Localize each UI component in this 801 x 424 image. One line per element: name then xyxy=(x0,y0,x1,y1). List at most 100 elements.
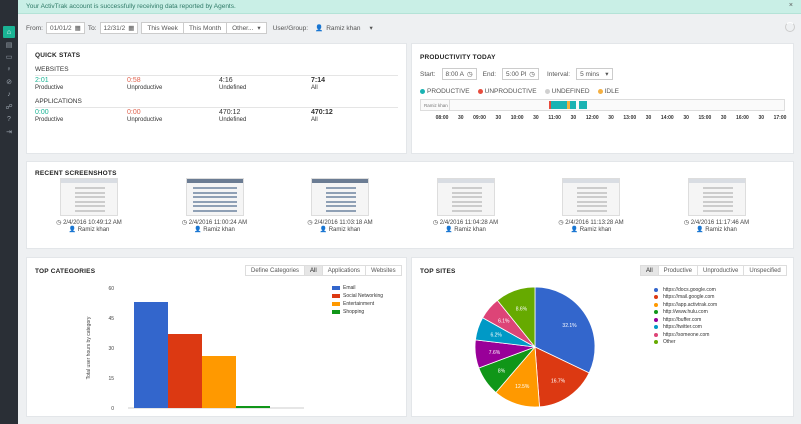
stat-cell: 7:14 All xyxy=(311,77,325,92)
bar-email xyxy=(134,302,168,408)
legend-item: Email xyxy=(332,284,383,292)
legend-swatch-icon xyxy=(332,294,340,298)
chevron-down-icon: ▾ xyxy=(257,25,261,32)
legend-item: https://twitter.com xyxy=(654,324,717,332)
tab-unproductive[interactable]: Unproductive xyxy=(698,266,745,275)
sites-pie-chart: 32.1% 16.7% 12.5% 8% 7.6% 6.2% 6.1% 8.6% xyxy=(474,286,596,408)
logout-icon[interactable]: ⇥ xyxy=(3,126,15,138)
stat-cell: 470:12 All xyxy=(311,109,333,124)
legend-dot-icon xyxy=(654,325,658,330)
tab-all[interactable]: All xyxy=(641,266,659,275)
screenshot-user: 👤 Ramiz khan xyxy=(570,227,612,233)
loading-spinner-icon xyxy=(785,22,795,32)
stat-value: 7:14 xyxy=(311,77,326,84)
legend-dot-icon xyxy=(654,287,658,292)
screenshot-thumbnail[interactable] xyxy=(185,178,244,216)
bar-social-networking xyxy=(168,334,202,408)
legend-item: https://someone.com xyxy=(654,331,717,339)
interval-select[interactable]: 5 mins ▾ xyxy=(576,68,613,80)
thumbnail-line xyxy=(192,187,237,189)
user-icon: 👤 xyxy=(315,25,324,32)
from-date-field[interactable]: 01/01/2 ▦ xyxy=(45,22,85,34)
calendar-icon[interactable]: ▦ xyxy=(128,24,134,32)
legend-dot-icon xyxy=(654,302,658,307)
screenshot-card[interactable]: ◷ 2/4/2016 11:04:28 AM 👤 Ramiz khan xyxy=(426,178,506,233)
applications-label: APPLICATIONS xyxy=(35,98,82,105)
top-sites-title: TOP SITES xyxy=(420,268,456,275)
screenshot-card[interactable]: ◷ 2/4/2016 10:49:12 AM 👤 Ramiz khan xyxy=(49,178,129,233)
from-date-value: 01/01/2 xyxy=(49,24,72,32)
tab-applications[interactable]: Applications xyxy=(322,266,367,275)
thumbnail-line xyxy=(326,205,356,207)
stat-label: Productive xyxy=(35,84,64,91)
screenshot-user: 👤 Ramiz khan xyxy=(445,227,486,233)
tab-all[interactable]: All xyxy=(305,266,323,275)
legend-label: http://www.hulu.com xyxy=(663,309,708,316)
timeline-tick-label: 30 xyxy=(570,115,577,121)
screenshot-card[interactable]: ◷ 2/4/2016 11:00:24 AM 👤 Ramiz khan xyxy=(175,178,255,233)
thumbnail-line xyxy=(702,187,733,189)
banner-message: Your ActivTrak account is successfully r… xyxy=(26,3,236,10)
help-icon[interactable]: ? xyxy=(3,114,15,126)
quick-stats-panel: QUICK STATS WEBSITES 2:01 Productive 0:58 U… xyxy=(26,43,407,154)
bell-icon[interactable]: ♪ xyxy=(3,89,15,101)
clock-icon[interactable]: ◷ xyxy=(467,70,473,78)
legend-dot-icon xyxy=(477,88,483,94)
legend-label: Entertainment xyxy=(343,301,375,307)
stat-cell: 0:00 Unproductive xyxy=(127,109,162,124)
thumbnail-line xyxy=(577,196,607,198)
tab-websites[interactable]: Websites xyxy=(366,266,401,275)
category-bar-chart: Total user hours by category 0 15 30 45 60 xyxy=(86,286,304,412)
monitor-icon[interactable]: ▭ xyxy=(3,51,15,63)
screenshot-thumbnail[interactable] xyxy=(311,178,369,216)
this-week-button[interactable]: This Week xyxy=(141,22,184,34)
screenshot-card[interactable]: ◷ 2/4/2016 11:17:46 AM 👤 Ramiz khan xyxy=(677,178,757,233)
stat-label: Undefined xyxy=(219,116,247,123)
chevron-down-icon: ▾ xyxy=(369,25,373,32)
start-time-field[interactable]: 8:00 A ◷ xyxy=(441,68,477,80)
legend-item: Entertainment xyxy=(332,300,383,308)
y-tick-label: 45 xyxy=(108,316,114,322)
user-group-select[interactable]: 👤 Ramiz khan ▾ xyxy=(315,24,373,33)
timeline-tick-label: 08:00 xyxy=(435,115,449,121)
pin-icon[interactable]: ♀ xyxy=(3,64,15,76)
screenshot-thumbnail[interactable] xyxy=(60,178,118,216)
thumbnail-toolbar xyxy=(437,179,494,183)
tab-productive[interactable]: Productive xyxy=(658,266,699,275)
legend-item: http://www.hulu.com xyxy=(654,309,717,317)
to-date-field[interactable]: 12/31/2 ▦ xyxy=(99,22,139,34)
home-icon[interactable]: ⌂ xyxy=(3,26,15,38)
thumbnail-line xyxy=(75,196,105,198)
timeline-tick-label: 30 xyxy=(495,115,502,121)
timeline-tick-label: 30 xyxy=(683,115,689,121)
document-icon[interactable]: ▤ xyxy=(3,39,15,51)
legend-item: https://docs.google.com xyxy=(654,286,717,294)
clock-icon[interactable]: ◷ xyxy=(529,70,535,78)
this-month-button[interactable]: This Month xyxy=(183,22,228,34)
tab-unspecified[interactable]: Unspecified xyxy=(744,266,786,275)
thumbnail-toolbar xyxy=(312,179,368,183)
timeline-tick-label: 11:00 xyxy=(548,115,561,121)
filter-bar: From: 01/01/2 ▦ To: 12/31/2 ▦ This Week … xyxy=(26,22,373,34)
screenshot-card[interactable]: ◷ 2/4/2016 11:03:18 AM 👤 Ramiz khan xyxy=(300,178,380,233)
stat-value: 0:58 xyxy=(127,77,141,84)
users-icon[interactable]: ☍ xyxy=(3,101,15,113)
legend-dot-icon xyxy=(544,88,550,94)
screenshot-thumbnail[interactable] xyxy=(687,178,746,216)
end-time-value: 5:00 Pl xyxy=(506,70,527,78)
bar-shopping xyxy=(236,406,270,408)
thumbnail-line xyxy=(192,196,237,198)
screenshot-card[interactable]: ◷ 2/4/2016 11:13:28 AM 👤 Ramiz khan xyxy=(551,178,631,233)
pie-slice-label: 8.6% xyxy=(516,307,528,313)
calendar-icon[interactable]: ▦ xyxy=(75,24,81,32)
close-icon[interactable]: × xyxy=(789,2,793,9)
thumbnail-toolbar xyxy=(186,179,243,183)
screenshot-thumbnail[interactable] xyxy=(562,178,620,216)
block-icon[interactable]: ⊘ xyxy=(3,76,15,88)
stat-label: Unproductive xyxy=(127,84,163,91)
end-time-field[interactable]: 5:00 Pl ◷ xyxy=(502,68,539,80)
divider xyxy=(35,107,398,108)
tab-define-categories[interactable]: Define Categories xyxy=(246,266,306,275)
other-range-dropdown[interactable]: Other... ▾ xyxy=(227,22,267,34)
screenshot-thumbnail[interactable] xyxy=(436,178,495,216)
